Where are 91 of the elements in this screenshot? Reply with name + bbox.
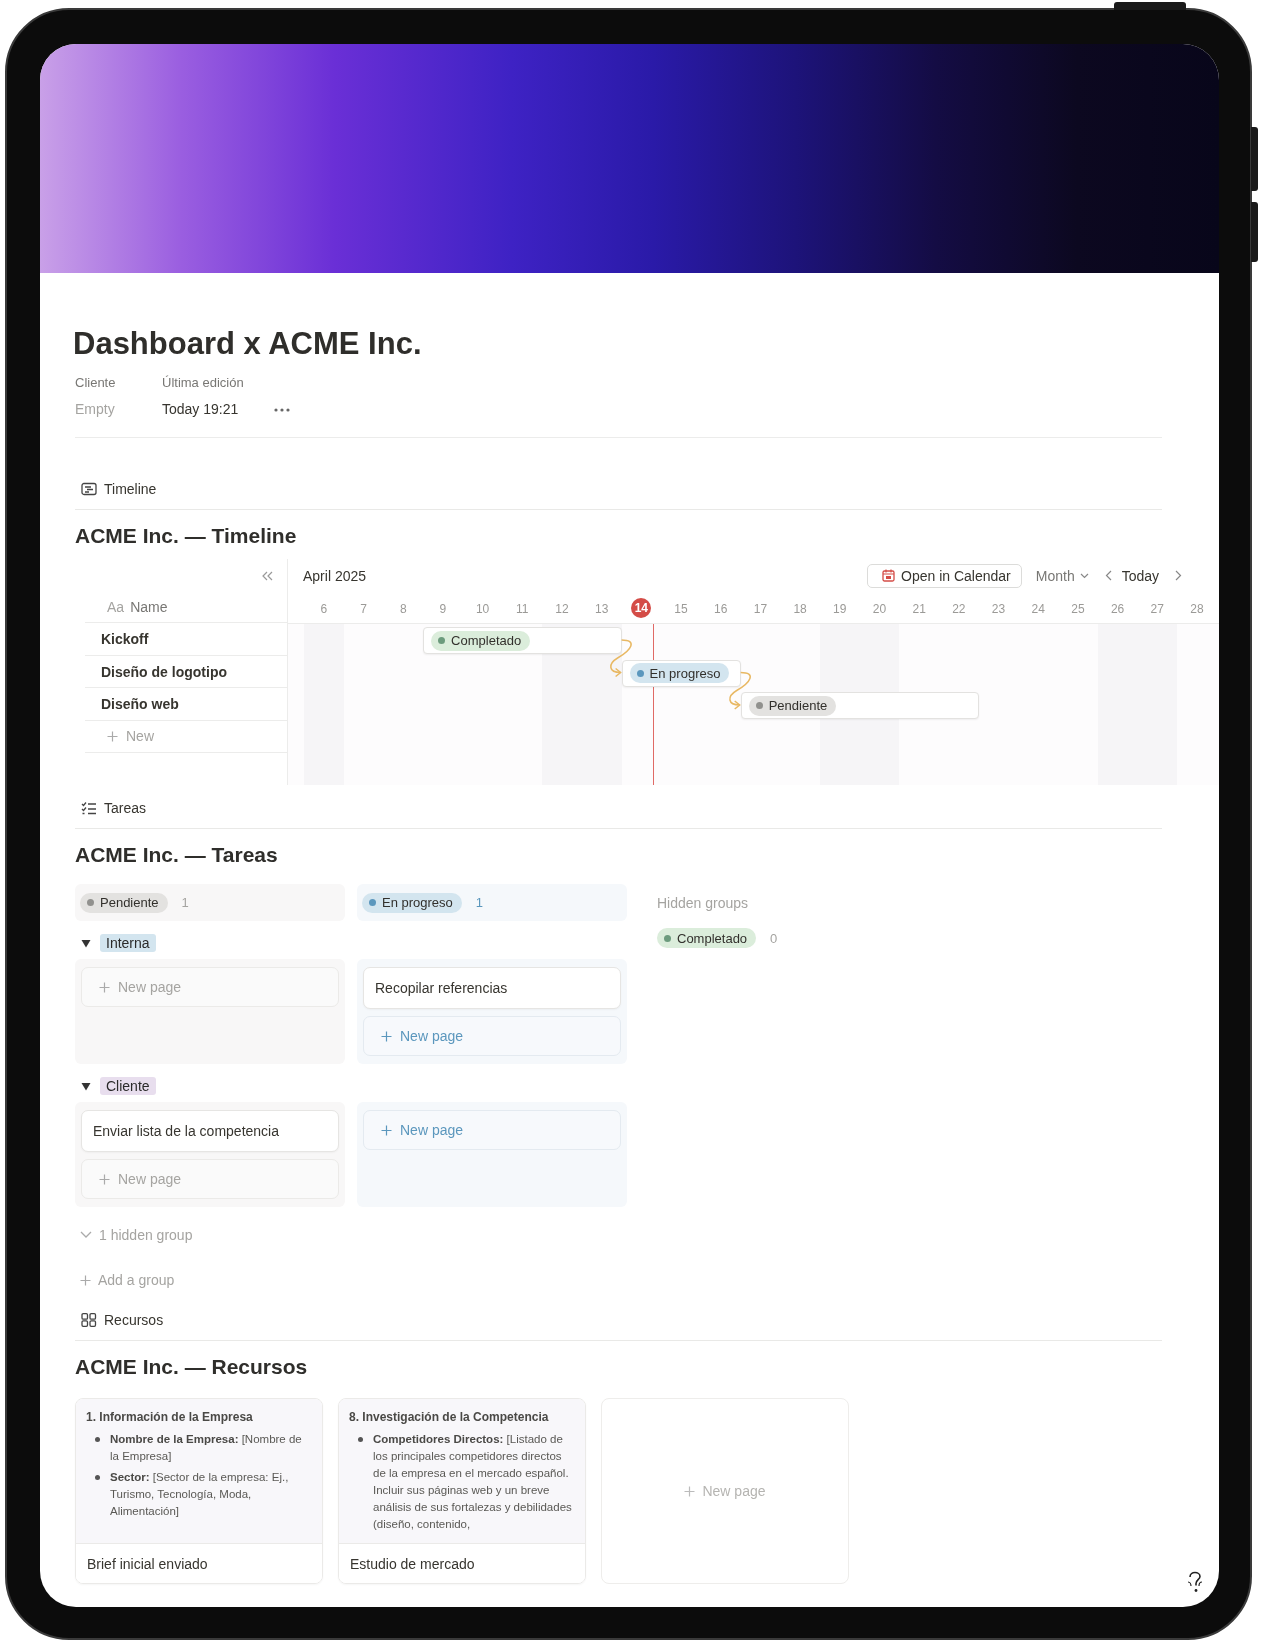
month-label: April 2025 (303, 567, 367, 584)
day-number: 8 (399, 601, 407, 616)
day-number: 22 (952, 601, 966, 616)
plus-icon (99, 981, 110, 993)
checklist-icon (81, 801, 97, 815)
plus-icon (684, 1485, 696, 1497)
row-name[interactable]: Diseño de logotipo (85, 655, 287, 688)
more-icon[interactable] (273, 408, 290, 412)
day-number: 9 (439, 601, 447, 616)
task-card[interactable]: Enviar lista de la competencia (81, 1110, 339, 1152)
day-number: 12 (555, 601, 569, 616)
item-count: 1 (181, 895, 189, 910)
chevron-right-icon[interactable] (1175, 570, 1183, 581)
plus-icon (80, 1274, 91, 1286)
day-number: 10 (475, 601, 490, 616)
day-number: 16 (714, 601, 728, 616)
item-count: 1 (475, 895, 484, 910)
group-tag: Cliente (100, 1077, 156, 1095)
grid-icon (81, 1313, 97, 1327)
status-label: En progreso (649, 665, 721, 681)
group-tag: Interna (100, 934, 156, 952)
section-heading: ACME Inc. — Recursos (75, 1354, 309, 1380)
day-number: 15 (674, 601, 688, 616)
bullet-text: Competidores Directos: [Listado de los principales competidores directos de la empresa en el mercado español. Incluir sus páginas web y un breve análisis de sus fortalezas y debilidades (diseño, contenido, (373, 1432, 573, 1532)
chevron-down-icon (80, 1231, 92, 1239)
row-name[interactable]: Diseño web (85, 688, 287, 721)
day-number: 13 (594, 601, 609, 616)
section-heading: ACME Inc. — Timeline (75, 523, 298, 549)
help-icon[interactable] (1185, 1571, 1205, 1593)
resource-card[interactable] (338, 1398, 586, 1584)
day-number: 17 (753, 601, 768, 616)
plus-icon (99, 1173, 110, 1185)
day-number: 23 (991, 601, 1006, 616)
bullet-text: Sector: [Sector de la empresa: Ej., Turismo, Tecnología, Moda, Alimentación] (110, 1470, 290, 1519)
resource-card[interactable]: 1. Información de la Empresa Nombre de la Empresa: [Nombre de la Empresa] Sector: [Sector de la empresa: Ej., Turismo, Tecnología, Moda, Alimentación] Brief inicial enviado (75, 1398, 323, 1584)
row-name[interactable]: Kickoff (85, 623, 287, 656)
task-card[interactable]: Recopilar referencias (363, 967, 621, 1009)
column-header: Name (130, 599, 168, 615)
hidden-groups-label: Hidden groups (657, 894, 750, 912)
bullet-text: Nombre de la Empresa: [Nombre de la Empresa] (110, 1432, 303, 1464)
property-type-label: Aa (107, 599, 125, 615)
caret-icon[interactable] (81, 938, 91, 948)
property-value[interactable]: Today 19:21 (162, 396, 244, 423)
view-tab[interactable]: Timeline (75, 474, 163, 504)
day-number: 7 (360, 601, 367, 616)
day-number: 24 (1031, 601, 1045, 616)
preview-heading: 1. Información de la Empresa (86, 1410, 254, 1424)
view-tab[interactable]: Recursos (75, 1305, 170, 1335)
day-number: 6 (320, 601, 328, 616)
property-label: Última edición (162, 374, 244, 392)
day-number: 25 (1071, 601, 1085, 616)
open-calendar-button[interactable]: Open in Calendar (867, 563, 1022, 588)
status-label: Completado (677, 930, 748, 946)
caret-icon[interactable] (81, 1081, 91, 1091)
day-number: 26 (1110, 601, 1125, 616)
plus-icon (381, 1030, 392, 1042)
timeline-bar[interactable]: Completado (423, 627, 622, 654)
day-number: 11 (516, 601, 529, 616)
day-number: 21 (912, 601, 926, 616)
day-number: 18 (793, 601, 807, 616)
day-number: 28 (1190, 601, 1204, 616)
item-count: 0 (770, 930, 778, 946)
timeline-icon (81, 482, 97, 496)
day-number: 19 (833, 601, 847, 616)
page-title: Dashboard x ACME Inc. (73, 325, 423, 363)
card-title: Estudio de mercado (339, 1544, 585, 1583)
timeline-bar[interactable]: En progreso (621, 659, 741, 687)
bullet-dot (95, 1437, 100, 1442)
bullet-dot (95, 1475, 100, 1480)
today-button[interactable]: Today (1121, 567, 1160, 584)
calendar-icon (882, 569, 896, 582)
scale-dropdown[interactable]: Month (1035, 567, 1089, 584)
card-title: Brief inicial enviado (76, 1544, 322, 1583)
chevron-left-icon[interactable] (1104, 570, 1112, 581)
chevron-down-icon (1079, 572, 1089, 579)
status-label: Pendiente (768, 698, 828, 713)
double-chevron-icon[interactable] (261, 570, 273, 581)
preview-heading: 8. Investigación de la Competencia (349, 1410, 550, 1424)
day-number: 20 (872, 601, 887, 616)
plus-icon (381, 1124, 392, 1136)
status-label: Completado (451, 633, 522, 648)
section-heading: ACME Inc. — Tareas (75, 842, 279, 868)
property-label: Cliente (75, 374, 117, 392)
view-tab[interactable]: Tareas (75, 793, 153, 823)
day-number: 27 (1150, 601, 1164, 616)
timeline-bar[interactable]: Pendiente (740, 692, 979, 719)
today-marker: 14 (631, 597, 652, 618)
bullet-dot (358, 1437, 363, 1442)
status-label: Pendiente (100, 895, 159, 910)
plus-icon (107, 730, 118, 742)
status-label: En progreso (382, 895, 453, 910)
